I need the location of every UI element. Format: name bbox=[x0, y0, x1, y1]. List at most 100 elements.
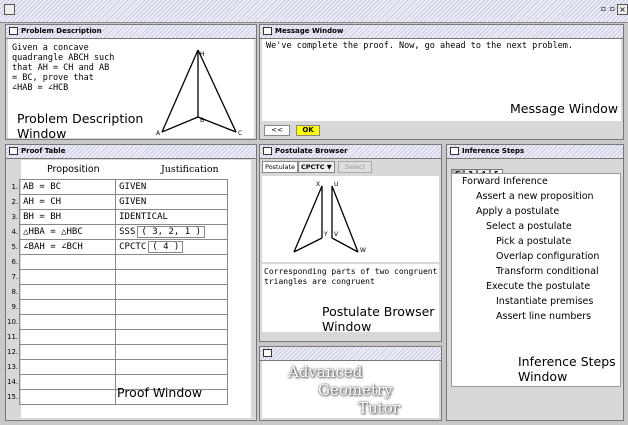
justification-cell[interactable] bbox=[115, 359, 229, 375]
message-caption: Message Window bbox=[510, 101, 619, 116]
inference-item[interactable]: Assert line numbers bbox=[496, 311, 591, 322]
point-label-w: W bbox=[360, 247, 366, 254]
point-label-v: V bbox=[334, 231, 339, 238]
proof-table: 1. AB = BC GIVEN 2. AH = CH GIVEN 3. BH = BH IDE… bbox=[7, 179, 229, 405]
problem-diagram: H B A C bbox=[156, 49, 242, 135]
inference-steps-title: Inference Steps bbox=[462, 147, 525, 155]
inference-tabs: C345 bbox=[451, 161, 503, 179]
justification-cell[interactable]: IDENTICAL bbox=[115, 209, 229, 225]
justification-cell[interactable] bbox=[115, 284, 229, 300]
close-icon[interactable]: × bbox=[617, 4, 628, 15]
row-number: 9. bbox=[11, 303, 19, 311]
inference-item[interactable]: Pick a postulate bbox=[496, 236, 571, 247]
proof-table-panel: Proof Table Proposition Justification 1.… bbox=[5, 144, 257, 421]
justification-text: GIVEN bbox=[119, 182, 147, 192]
proposition-cell[interactable]: AB = BC bbox=[19, 179, 117, 195]
panel-menu-icon[interactable] bbox=[263, 349, 272, 357]
table-row: 4. △HBA = △HBC SSS( 3, 2, 1 ) bbox=[7, 224, 229, 240]
justification-cell[interactable] bbox=[115, 329, 229, 345]
justification-cell[interactable]: GIVEN bbox=[115, 179, 229, 195]
row-number: 15. bbox=[7, 393, 19, 401]
proof-table-content: Proposition Justification 1. AB = BC GIVEN… bbox=[7, 160, 251, 418]
select-button[interactable]: Select bbox=[338, 161, 373, 173]
postulate-caption: Postulate Browser Window bbox=[322, 304, 435, 334]
table-row: 1. AB = BC GIVEN bbox=[7, 179, 229, 195]
problem-description-titlebar: Problem Description bbox=[6, 25, 256, 39]
panel-menu-icon[interactable] bbox=[9, 27, 18, 35]
justification-text: IDENTICAL bbox=[119, 212, 168, 222]
table-row: 8. bbox=[7, 284, 229, 300]
justification-cell[interactable] bbox=[115, 314, 229, 330]
proposition-cell[interactable] bbox=[19, 254, 117, 270]
point-label-u: U bbox=[334, 181, 338, 188]
proposition-cell[interactable] bbox=[19, 374, 117, 390]
proposition-cell[interactable] bbox=[19, 329, 117, 345]
proposition-cell[interactable] bbox=[19, 359, 117, 375]
table-row: 5. ∠BAH = ∠BCH CPCTC( 4 ) bbox=[7, 239, 229, 255]
logo-content: Advanced Geometry Tutor bbox=[262, 361, 439, 418]
proposition-cell[interactable] bbox=[19, 284, 117, 300]
inference-item[interactable]: Forward Inference bbox=[462, 176, 548, 187]
point-label-b: B bbox=[200, 117, 204, 124]
panel-menu-icon[interactable] bbox=[9, 147, 18, 155]
column-header-proposition: Proposition bbox=[47, 164, 100, 175]
message-title: Message Window bbox=[275, 27, 344, 35]
message-text: We've complete the proof. Now, go ahead … bbox=[266, 41, 574, 51]
inference-item[interactable]: Assert a new proposition bbox=[476, 191, 594, 202]
proposition-cell[interactable]: ∠BAH = ∠BCH bbox=[19, 239, 117, 255]
point-label-a: A bbox=[156, 130, 161, 135]
postulate-diagram-area: X U Y V W bbox=[262, 176, 439, 262]
proposition-cell[interactable] bbox=[19, 344, 117, 360]
justification-cell[interactable] bbox=[115, 344, 229, 360]
inference-item[interactable]: Apply a postulate bbox=[476, 206, 559, 217]
proposition-cell[interactable] bbox=[19, 389, 117, 405]
logo-line2: Geometry bbox=[318, 381, 393, 399]
row-number: 8. bbox=[11, 288, 19, 296]
inference-item[interactable]: Select a postulate bbox=[486, 221, 572, 232]
inference-item[interactable]: Execute the postulate bbox=[486, 281, 590, 292]
panel-menu-icon[interactable] bbox=[450, 147, 459, 155]
back-button[interactable]: << bbox=[264, 125, 290, 136]
postulate-select-dropdown[interactable]: CPCTC ▼ bbox=[298, 161, 335, 173]
message-content: We've complete the proof. Now, go ahead … bbox=[262, 39, 621, 121]
panel-menu-icon[interactable] bbox=[263, 27, 272, 35]
justification-cell[interactable] bbox=[115, 299, 229, 315]
proposition-cell[interactable] bbox=[19, 269, 117, 285]
inference-item[interactable]: Instantiate premises bbox=[496, 296, 593, 307]
inference-steps-titlebar: Inference Steps bbox=[447, 145, 623, 159]
proof-table-title: Proof Table bbox=[21, 147, 66, 155]
logo-panel: Advanced Geometry Tutor bbox=[259, 346, 442, 421]
problem-description-content: Given a concave quadrangle ABCH such tha… bbox=[8, 39, 254, 140]
row-number: 14. bbox=[7, 378, 19, 386]
problem-description-title: Problem Description bbox=[21, 27, 102, 35]
justification-premises: ( 4 ) bbox=[148, 241, 184, 253]
table-row: 9. bbox=[7, 299, 229, 315]
justification-cell[interactable] bbox=[115, 254, 229, 270]
problem-text: Given a concave quadrangle ABCH such tha… bbox=[12, 43, 115, 93]
justification-cell[interactable] bbox=[115, 269, 229, 285]
table-row: 2. AH = CH GIVEN bbox=[7, 194, 229, 210]
chevron-down-icon: ▼ bbox=[326, 163, 332, 171]
proposition-cell[interactable] bbox=[19, 314, 117, 330]
justification-cell[interactable]: GIVEN bbox=[115, 194, 229, 210]
inference-item[interactable]: Transform conditional bbox=[496, 266, 599, 277]
problem-caption: Problem Description Window bbox=[17, 111, 144, 140]
proposition-cell[interactable]: AH = CH bbox=[19, 194, 117, 210]
justification-premises: ( 3, 2, 1 ) bbox=[137, 226, 206, 238]
inference-item[interactable]: Overlap configuration bbox=[496, 251, 599, 262]
table-row: 13. bbox=[7, 359, 229, 375]
point-label-c: C bbox=[238, 130, 242, 135]
postulate-label: Postulate bbox=[262, 161, 299, 173]
table-row: 3. BH = BH IDENTICAL bbox=[7, 209, 229, 225]
window-menu-icon[interactable] bbox=[4, 4, 15, 15]
panel-menu-icon[interactable] bbox=[263, 147, 272, 155]
ok-button[interactable]: OK bbox=[296, 125, 320, 136]
justification-cell[interactable]: SSS( 3, 2, 1 ) bbox=[115, 224, 229, 240]
proposition-cell[interactable] bbox=[19, 299, 117, 315]
proposition-cell[interactable]: △HBA = △HBC bbox=[19, 224, 117, 240]
point-label-h: H bbox=[200, 51, 205, 58]
row-number: 13. bbox=[7, 363, 19, 371]
proposition-cell[interactable]: BH = BH bbox=[19, 209, 117, 225]
row-number: 4. bbox=[11, 228, 19, 236]
justification-cell[interactable]: CPCTC( 4 ) bbox=[115, 239, 229, 255]
